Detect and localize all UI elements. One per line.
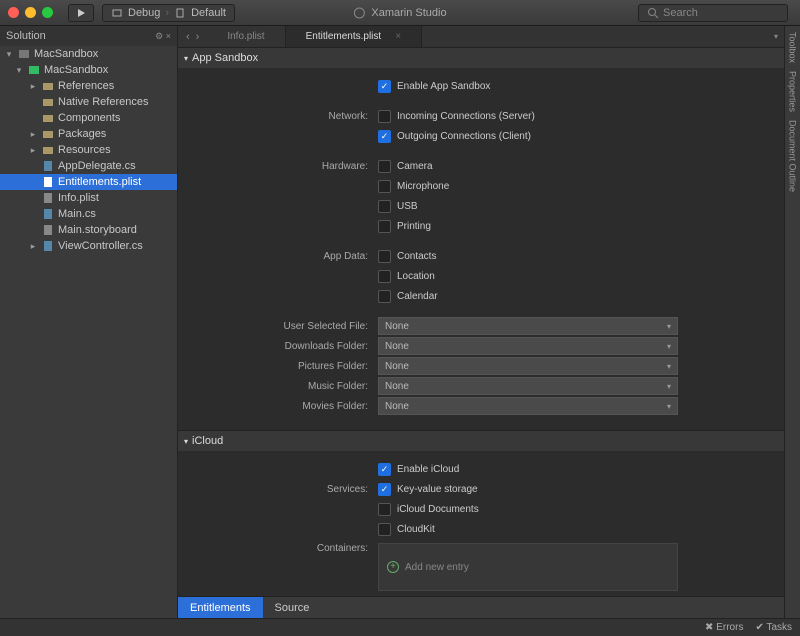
cloudkit-checkbox[interactable]: [378, 523, 391, 536]
printing-checkbox[interactable]: [378, 220, 391, 233]
solution-root[interactable]: ▾MacSandbox: [0, 46, 177, 62]
file-entitlements-plist[interactable]: Entitlements.plist: [0, 174, 177, 190]
microphone-checkbox[interactable]: [378, 180, 391, 193]
location-checkbox[interactable]: [378, 270, 391, 283]
search-input[interactable]: Search: [638, 4, 788, 22]
enable-icloud-checkbox[interactable]: [378, 463, 391, 476]
movies-folder-label: Movies Folder:: [178, 401, 378, 412]
incoming-connections-checkbox[interactable]: [378, 110, 391, 123]
solution-pad: Solution ⚙ × ▾MacSandbox ▾MacSandbox ▸Ref…: [0, 26, 178, 618]
tab-entitlements-plist[interactable]: Entitlements.plist×: [286, 26, 422, 47]
music-folder-label: Music Folder:: [178, 381, 378, 392]
app-title: Xamarin Studio: [371, 7, 446, 19]
folder-native-references[interactable]: Native References: [0, 94, 177, 110]
folder-references[interactable]: ▸References: [0, 78, 177, 94]
panel-options-icon[interactable]: ⚙ ×: [155, 31, 171, 42]
minimize-window-button[interactable]: [25, 7, 36, 18]
nav-back-button[interactable]: ‹: [186, 31, 190, 43]
outgoing-connections-checkbox[interactable]: [378, 130, 391, 143]
folder-packages[interactable]: ▸Packages: [0, 126, 177, 142]
icloud-services-label: Services:: [178, 484, 378, 495]
user-selected-file-label: User Selected File:: [178, 321, 378, 332]
usb-checkbox[interactable]: [378, 200, 391, 213]
properties-pad-tab[interactable]: Properties: [788, 71, 798, 112]
close-window-button[interactable]: [8, 7, 19, 18]
solution-panel-title: Solution: [6, 30, 46, 42]
file-viewcontroller-cs[interactable]: ▸ViewController.cs: [0, 238, 177, 254]
project-node[interactable]: ▾MacSandbox: [0, 62, 177, 78]
toolbox-pad-tab[interactable]: Toolbox: [788, 32, 798, 63]
source-view-tab[interactable]: Source: [263, 597, 322, 618]
downloads-folder-label: Downloads Folder:: [178, 341, 378, 352]
tab-info-plist[interactable]: Info.plist: [207, 26, 285, 47]
configuration-picker[interactable]: Debug › Default: [102, 4, 235, 22]
movies-folder-select[interactable]: None▾: [378, 397, 678, 415]
camera-checkbox[interactable]: [378, 160, 391, 173]
pictures-folder-select[interactable]: None▾: [378, 357, 678, 375]
file-main-storyboard[interactable]: Main.storyboard: [0, 222, 177, 238]
hardware-label: Hardware:: [178, 161, 378, 172]
file-main-cs[interactable]: Main.cs: [0, 206, 177, 222]
view-switcher: Entitlements Source: [178, 596, 784, 618]
section-app-sandbox-header[interactable]: ▾App Sandbox: [178, 48, 784, 68]
statusbar: ✖ Errors ✔ Tasks: [0, 618, 800, 636]
pictures-folder-label: Pictures Folder:: [178, 361, 378, 372]
tasks-button[interactable]: ✔ Tasks: [755, 622, 792, 633]
music-folder-select[interactable]: None▾: [378, 377, 678, 395]
icloud-containers-label: Containers:: [178, 543, 378, 554]
file-info-plist[interactable]: Info.plist: [0, 190, 177, 206]
maximize-window-button[interactable]: [42, 7, 53, 18]
entitlements-editor[interactable]: ▾App Sandbox Enable App Sandbox Network:…: [178, 48, 784, 596]
contacts-checkbox[interactable]: [378, 250, 391, 263]
folder-resources[interactable]: ▸Resources: [0, 142, 177, 158]
calendar-checkbox[interactable]: [378, 290, 391, 303]
add-icon[interactable]: +: [387, 561, 399, 573]
nav-forward-button[interactable]: ›: [196, 31, 200, 43]
downloads-folder-select[interactable]: None▾: [378, 337, 678, 355]
user-selected-file-select[interactable]: None▾: [378, 317, 678, 335]
icloud-containers-list[interactable]: +Add new entry: [378, 543, 678, 591]
errors-button[interactable]: ✖ Errors: [705, 622, 743, 633]
folder-components[interactable]: Components: [0, 110, 177, 126]
tab-chevron-icon[interactable]: ▾: [768, 26, 784, 47]
editor-tabbar: ‹ › Info.plist Entitlements.plist× ▾: [178, 26, 784, 48]
app-icon: [353, 7, 365, 19]
titlebar: Debug › Default Xamarin Studio Search: [0, 0, 800, 26]
entitlements-view-tab[interactable]: Entitlements: [178, 597, 263, 618]
enable-app-sandbox-checkbox[interactable]: [378, 80, 391, 93]
close-tab-icon[interactable]: ×: [395, 31, 401, 42]
right-dock: Toolbox Properties Document Outline: [784, 26, 800, 618]
search-icon: [647, 7, 659, 19]
file-appdelegate[interactable]: AppDelegate.cs: [0, 158, 177, 174]
run-button[interactable]: [68, 4, 94, 22]
key-value-storage-checkbox[interactable]: [378, 483, 391, 496]
solution-tree[interactable]: ▾MacSandbox ▾MacSandbox ▸References Nati…: [0, 46, 177, 618]
document-outline-pad-tab[interactable]: Document Outline: [788, 120, 798, 192]
icloud-documents-checkbox[interactable]: [378, 503, 391, 516]
section-icloud-header[interactable]: ▾iCloud: [178, 431, 784, 451]
network-label: Network:: [178, 111, 378, 122]
appdata-label: App Data:: [178, 251, 378, 262]
